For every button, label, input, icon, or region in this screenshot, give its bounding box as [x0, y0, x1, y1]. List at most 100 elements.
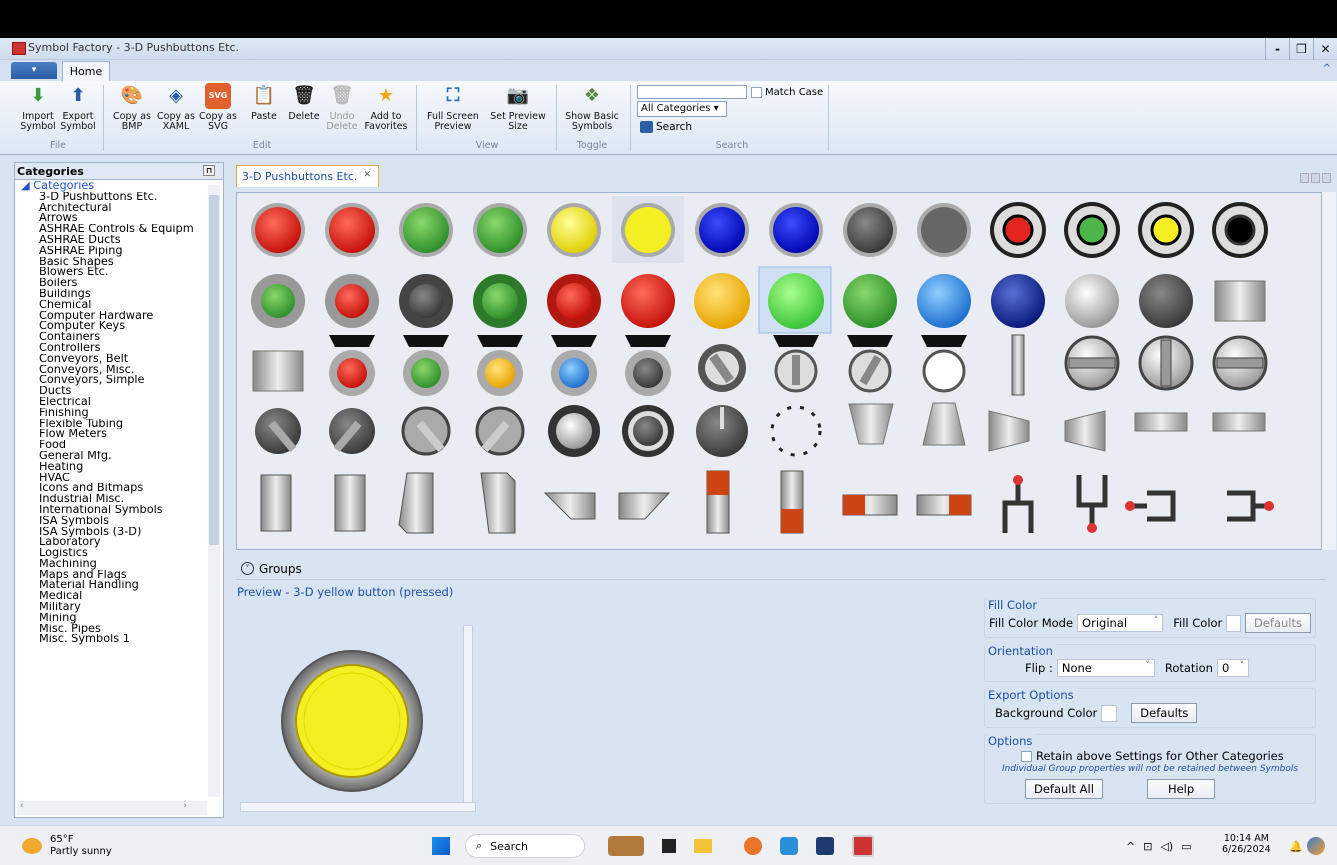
category-item[interactable]: Architectural [15, 203, 205, 214]
tab-3d-pushbuttons[interactable]: 3-D Pushbuttons Etc. ✕ [236, 165, 379, 187]
copilot-icon[interactable] [1307, 834, 1325, 858]
app-menu-button[interactable]: ▾ [11, 62, 57, 79]
taskbar-search[interactable]: ⌕ Search [465, 834, 585, 858]
category-item[interactable]: Laboratory [15, 537, 205, 548]
close-button[interactable]: ✕ [1313, 38, 1337, 60]
battery-icon[interactable]: ▭ [1181, 840, 1191, 853]
category-item[interactable]: Icons and Bitmaps [15, 483, 205, 494]
import-symbol-button[interactable]: ⬇ Import Symbol [20, 83, 56, 132]
category-item[interactable]: Medical [15, 591, 205, 602]
category-item[interactable]: Food [15, 440, 205, 451]
help-button[interactable]: Help [1146, 779, 1216, 799]
category-item[interactable]: ISA Symbols (3-D) [15, 527, 205, 538]
category-item[interactable]: Heating [15, 462, 205, 473]
category-item[interactable]: ASHRAE Controls & Equipm [15, 224, 205, 235]
category-item[interactable]: Misc. Pipes [15, 624, 205, 635]
category-item[interactable]: Conveyors, Misc. [15, 365, 205, 376]
category-item[interactable]: Boilers [15, 278, 205, 289]
export-defaults-button[interactable]: Defaults [1131, 703, 1198, 723]
category-select[interactable]: All Categories ▾ [637, 101, 727, 117]
category-item[interactable]: Computer Hardware [15, 311, 205, 322]
category-item[interactable]: Blowers Etc. [15, 267, 205, 278]
category-item[interactable]: Machining [15, 559, 205, 570]
preview-hscrollbar[interactable] [240, 802, 476, 812]
category-item[interactable]: Chemical [15, 300, 205, 311]
weather-widget[interactable]: 65°F Partly sunny [22, 834, 112, 858]
match-case-box[interactable] [751, 87, 762, 98]
category-hscrollbar[interactable]: ‹ › [17, 801, 207, 815]
add-favorites-button[interactable]: ★ Add to Favorites [362, 83, 410, 132]
category-item[interactable]: ASHRAE Piping [15, 246, 205, 257]
category-item[interactable]: ISA Symbols [15, 516, 205, 527]
category-item[interactable]: 3-D Pushbuttons Etc. [15, 192, 205, 203]
groups-toggle[interactable]: ˅ Groups [236, 558, 1326, 580]
full-screen-preview-button[interactable]: ⛶ Full Screen Preview [424, 83, 482, 132]
category-item[interactable]: ASHRAE Ducts [15, 235, 205, 246]
start-button[interactable] [432, 834, 450, 858]
show-basic-symbols-button[interactable]: ❖ Show Basic Symbols [563, 83, 621, 132]
category-item[interactable]: Containers [15, 332, 205, 343]
pin-icon[interactable]: ⊓ [203, 165, 215, 176]
system-tray[interactable]: ^ ⊡ ◁) ▭ [1126, 834, 1192, 858]
category-item[interactable]: International Symbols [15, 505, 205, 516]
search-button[interactable]: Search [640, 121, 692, 133]
category-item[interactable]: Flow Meters [15, 429, 205, 440]
category-item[interactable]: Ducts [15, 386, 205, 397]
export-symbol-button[interactable]: ⬆ Export Symbol [60, 83, 96, 132]
fill-color-swatch[interactable] [1226, 614, 1241, 632]
category-item[interactable]: Computer Keys [15, 321, 205, 332]
rotation-select[interactable]: 0 [1216, 659, 1249, 677]
copy-bmp-button[interactable]: 🎨 Copy as BMP [112, 83, 152, 132]
category-item[interactable]: Flexible Tubing [15, 419, 205, 430]
set-preview-size-button[interactable]: 📷 Set Preview Size [486, 83, 550, 132]
category-scrollbar[interactable] [208, 185, 220, 797]
close-tab-icon[interactable]: ✕ [363, 170, 371, 180]
tab-home[interactable]: Home [62, 61, 110, 81]
category-item[interactable]: Electrical [15, 397, 205, 408]
restore-button[interactable]: ❒ [1289, 38, 1313, 60]
chevron-up-icon[interactable]: ^ [1126, 840, 1135, 853]
category-item[interactable]: Mining [15, 613, 205, 624]
delete-button[interactable]: 🗑 Delete [286, 83, 322, 122]
chevron-down-icon[interactable]: ˅ [241, 562, 254, 575]
category-item[interactable]: Conveyors, Belt [15, 354, 205, 365]
paste-button[interactable]: 📋 Paste [246, 83, 282, 122]
network-icon[interactable]: ⊡ [1143, 840, 1152, 853]
default-all-button[interactable]: Default All [1025, 779, 1103, 799]
copy-svg-button[interactable]: SVG Copy as SVG [199, 83, 237, 132]
category-item[interactable]: General Mfg. [15, 451, 205, 462]
match-case-checkbox[interactable]: Match Case [751, 87, 823, 98]
category-item[interactable]: Military [15, 602, 205, 613]
category-item[interactable]: Material Handling [15, 580, 205, 591]
ribbon-collapse-icon[interactable]: ^ [1323, 63, 1331, 74]
tab-nav[interactable] [1300, 173, 1331, 183]
category-item[interactable]: Industrial Misc. [15, 494, 205, 505]
category-item[interactable]: Arrows [15, 213, 205, 224]
search-input[interactable] [637, 85, 747, 99]
category-item[interactable]: Logistics [15, 548, 205, 559]
task-view-icon[interactable] [662, 839, 676, 853]
category-item[interactable]: Conveyors, Simple [15, 375, 205, 386]
category-item[interactable]: Maps and Flags [15, 570, 205, 581]
category-item[interactable]: HVAC [15, 473, 205, 484]
volume-icon[interactable]: ◁) [1160, 840, 1173, 853]
widget-icon[interactable] [608, 836, 644, 856]
clock[interactable]: 10:14 AM 6/26/2024 [1222, 833, 1271, 857]
category-item[interactable]: Basic Shapes [15, 257, 205, 268]
app-icon-3[interactable] [816, 837, 834, 855]
category-root[interactable]: ◢ Categories [15, 181, 205, 192]
fill-mode-select[interactable]: Original [1077, 614, 1164, 632]
category-item[interactable]: Misc. Symbols 1 [15, 634, 205, 645]
explorer-icon[interactable] [694, 839, 712, 853]
undo-delete-button[interactable]: 🗑 Undo Delete [325, 83, 359, 132]
symbol-factory-taskbar-icon[interactable] [852, 835, 874, 857]
copy-xaml-button[interactable]: ◈ Copy as XAML [156, 83, 196, 132]
flip-select[interactable]: None [1056, 659, 1155, 677]
bell-icon[interactable]: 🔔 [1289, 834, 1303, 858]
minimize-button[interactable]: - [1265, 38, 1289, 60]
category-item[interactable]: Controllers [15, 343, 205, 354]
gallery-scrollbar[interactable] [1322, 192, 1336, 550]
app-icon-2[interactable] [780, 837, 798, 855]
preview-vscrollbar[interactable] [463, 625, 473, 805]
fill-defaults-button[interactable]: Defaults [1244, 613, 1311, 633]
